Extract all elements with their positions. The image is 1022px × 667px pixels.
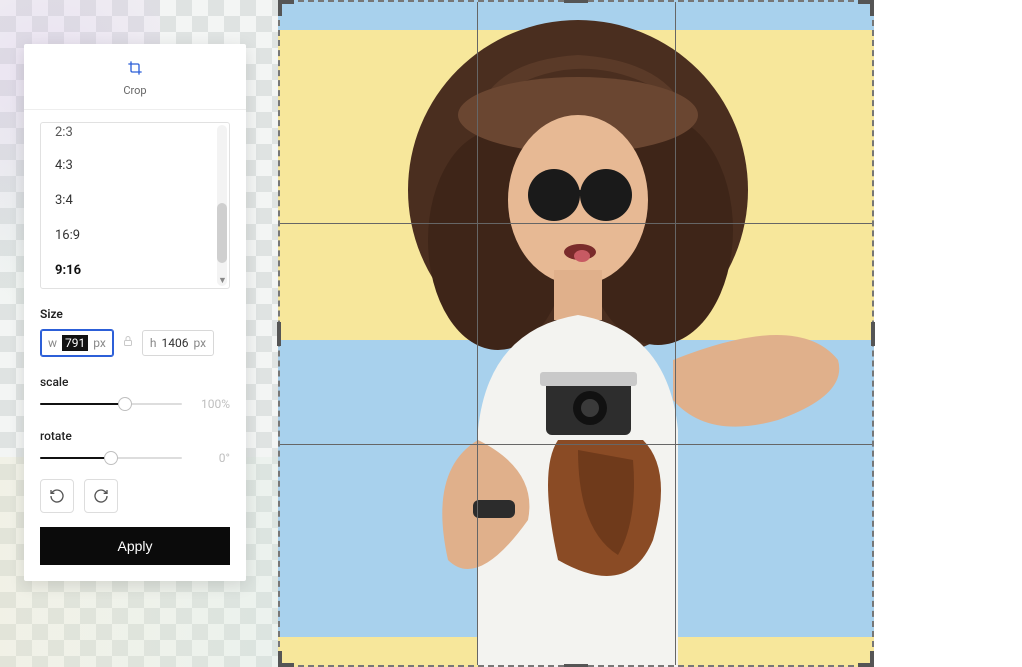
w-unit: px	[93, 336, 106, 350]
w-prefix: w	[48, 336, 57, 350]
size-row: w 791 px h 1406 px	[40, 329, 230, 357]
rotate-ccw-button[interactable]	[40, 479, 74, 513]
rotate-cw-button[interactable]	[84, 479, 118, 513]
grid-line-v2	[675, 2, 676, 665]
crop-handle-l[interactable]	[277, 322, 281, 346]
crop-handle-bl[interactable]	[278, 651, 294, 667]
ratio-option-16-9[interactable]: 16:9	[41, 218, 229, 253]
rotate-knob[interactable]	[104, 451, 118, 465]
crop-handle-tr[interactable]	[858, 0, 874, 16]
crop-handle-br[interactable]	[858, 651, 874, 667]
width-value: 791	[62, 335, 88, 351]
panel-body: ▲ 2:34:33:416:99:16 ▼ Size w 791 px	[24, 110, 246, 581]
aspect-ratio-list[interactable]: ▲ 2:34:33:416:99:16 ▼	[40, 122, 230, 289]
crop-stage[interactable]	[278, 0, 874, 667]
crop-handle-tl[interactable]	[278, 0, 294, 16]
rotate-slider[interactable]: 0°	[40, 451, 230, 465]
scrollbar-thumb[interactable]	[217, 203, 227, 263]
rotate-fill	[40, 457, 111, 459]
ratio-option-3-4[interactable]: 3:4	[41, 183, 229, 218]
apply-button[interactable]: Apply	[40, 527, 230, 565]
panel-header: Crop	[24, 44, 246, 110]
height-input[interactable]: h 1406 px	[142, 330, 214, 356]
crop-panel: Crop ▲ 2:34:33:416:99:16 ▼ Size w 791 px	[24, 44, 246, 581]
grid-line-h1	[280, 223, 872, 224]
scale-slider[interactable]: 100%	[40, 397, 230, 411]
height-value: 1406	[161, 336, 188, 350]
grid-line-v1	[477, 2, 478, 665]
crop-handle-r[interactable]	[871, 322, 875, 346]
ratio-option-4-3[interactable]: 4:3	[41, 148, 229, 183]
rotate-value: 0°	[190, 451, 230, 465]
size-label: Size	[40, 307, 230, 321]
grid-line-h2	[280, 444, 872, 445]
crop-icon	[24, 60, 246, 80]
scale-fill	[40, 403, 125, 405]
h-unit: px	[193, 336, 206, 350]
rotate-buttons	[40, 479, 230, 513]
crop-rectangle[interactable]	[278, 0, 874, 667]
crop-editor: Crop ▲ 2:34:33:416:99:16 ▼ Size w 791 px	[0, 0, 1022, 667]
ratio-option-9-16[interactable]: 9:16	[41, 253, 229, 288]
scale-track[interactable]	[40, 403, 182, 405]
scale-value: 100%	[190, 397, 230, 411]
crop-handle-t[interactable]	[564, 0, 588, 3]
rotate-track[interactable]	[40, 457, 182, 459]
scale-knob[interactable]	[118, 397, 132, 411]
width-input[interactable]: w 791 px	[40, 329, 114, 357]
scroll-down-icon[interactable]: ▼	[218, 275, 226, 286]
panel-title: Crop	[24, 84, 246, 97]
ratio-option-2-3[interactable]: 2:3	[41, 123, 229, 148]
scale-label: scale	[40, 375, 230, 389]
lock-icon[interactable]	[122, 335, 134, 351]
rotate-label: rotate	[40, 429, 230, 443]
h-prefix: h	[150, 336, 157, 350]
canvas-right-mask	[874, 0, 1022, 667]
